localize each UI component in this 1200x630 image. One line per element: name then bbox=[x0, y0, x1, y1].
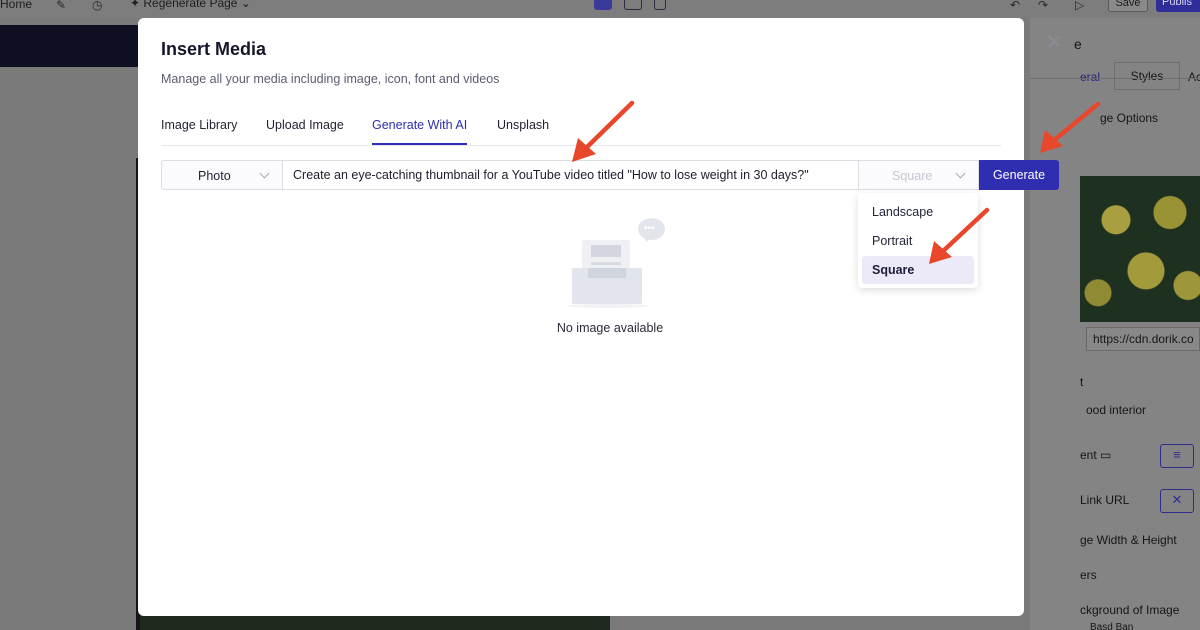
publish-button[interactable]: Publis bbox=[1156, 0, 1200, 12]
home-link[interactable]: Home bbox=[0, 0, 32, 11]
alt-label: t bbox=[1080, 375, 1084, 389]
bubble-dots: ••• bbox=[644, 223, 655, 234]
tab-unsplash[interactable]: Unsplash bbox=[497, 118, 549, 132]
option-landscape[interactable]: Landscape bbox=[862, 198, 974, 226]
generate-button[interactable]: Generate bbox=[979, 160, 1059, 190]
generator-row: Photo Create an eye-catching thumbnail f… bbox=[161, 160, 1059, 190]
aspect-ratio-dropdown: Landscape Portrait Square bbox=[858, 193, 978, 288]
alignment-label: ent ▭ bbox=[1080, 448, 1111, 462]
width-height-label[interactable]: ge Width & Height bbox=[1080, 533, 1177, 547]
close-icon[interactable] bbox=[1046, 34, 1062, 50]
redo-icon[interactable]: ↷ bbox=[1038, 0, 1048, 12]
save-button[interactable]: Save bbox=[1108, 0, 1148, 12]
tab-generate-with-ai[interactable]: Generate With AI bbox=[372, 118, 467, 132]
tab-styles[interactable]: Styles bbox=[1114, 62, 1180, 90]
aspect-ratio-select[interactable]: Square bbox=[858, 160, 979, 190]
option-portrait[interactable]: Portrait bbox=[862, 227, 974, 255]
aspect-ratio-value: Square bbox=[892, 169, 933, 183]
regenerate-label: Regenerate Page bbox=[143, 0, 238, 10]
modal-title: Insert Media bbox=[161, 39, 267, 59]
empty-state-message: No image available bbox=[556, 321, 664, 335]
preview-icon[interactable]: ▷ bbox=[1075, 0, 1084, 12]
tabs-divider bbox=[1030, 78, 1200, 79]
undo-icon[interactable]: ↶ bbox=[1010, 0, 1020, 12]
inbox-tray-icon bbox=[572, 268, 642, 304]
desktop-view-icon[interactable] bbox=[594, 0, 612, 10]
mobile-view-icon[interactable] bbox=[654, 0, 666, 10]
alignment-label-text: ent bbox=[1080, 448, 1097, 462]
chat-bubble-icon: ••• bbox=[638, 218, 665, 242]
image-options-label[interactable]: ge Options bbox=[1100, 111, 1158, 125]
empty-state-illustration: ••• bbox=[560, 218, 670, 308]
tab-general[interactable]: eral bbox=[1080, 70, 1100, 84]
remove-link-button[interactable]: ✕ bbox=[1160, 489, 1194, 513]
page-header-band bbox=[0, 25, 138, 67]
link-url-label: Link URL bbox=[1080, 493, 1130, 507]
filters-label[interactable]: ers bbox=[1080, 568, 1097, 582]
active-tab-indicator bbox=[372, 143, 467, 145]
bottom-label: Basd Ban bbox=[1090, 622, 1134, 630]
image-preview[interactable] bbox=[1080, 176, 1200, 322]
chevron-down-icon bbox=[955, 168, 966, 179]
image-type-value: Photo bbox=[198, 169, 231, 183]
modal-subtitle: Manage all your media including image, i… bbox=[161, 72, 500, 86]
chevron-down-icon bbox=[259, 168, 270, 179]
history-icon[interactable]: ◷ bbox=[92, 0, 102, 12]
image-url-field[interactable]: https://cdn.dorik.co bbox=[1086, 327, 1200, 351]
alt-text-value[interactable]: ood interior bbox=[1086, 403, 1146, 417]
option-square[interactable]: Square bbox=[862, 256, 974, 284]
laptop-icon: ▭ bbox=[1100, 448, 1112, 462]
regenerate-page-button[interactable]: ✦ Regenerate Page ⌄ bbox=[130, 0, 251, 10]
panel-title: e bbox=[1074, 36, 1082, 52]
tablet-view-icon[interactable] bbox=[624, 0, 642, 10]
insert-media-modal: Insert Media Manage all your media inclu… bbox=[138, 18, 1059, 616]
image-type-select[interactable]: Photo bbox=[161, 160, 282, 190]
media-tabs: Image Library Upload Image Generate With… bbox=[161, 116, 1001, 146]
background-label[interactable]: ckground of Image bbox=[1080, 603, 1179, 617]
settings-panel: e eral Styles Ac ge Options https://cdn.… bbox=[1030, 18, 1200, 630]
tab-upload-image[interactable]: Upload Image bbox=[266, 118, 344, 132]
prompt-input[interactable]: Create an eye-catching thumbnail for a Y… bbox=[282, 160, 859, 190]
editor-topbar: Home ✎ ◷ ✦ Regenerate Page ⌄ ↶ ↷ ▷ Save … bbox=[0, 0, 1200, 18]
illustration-shadow bbox=[568, 304, 648, 308]
tab-advanced[interactable]: Ac bbox=[1188, 70, 1200, 84]
pen-icon[interactable]: ✎ bbox=[56, 0, 66, 12]
tab-image-library[interactable]: Image Library bbox=[161, 118, 237, 132]
align-left-button[interactable]: ≡ bbox=[1160, 444, 1194, 468]
